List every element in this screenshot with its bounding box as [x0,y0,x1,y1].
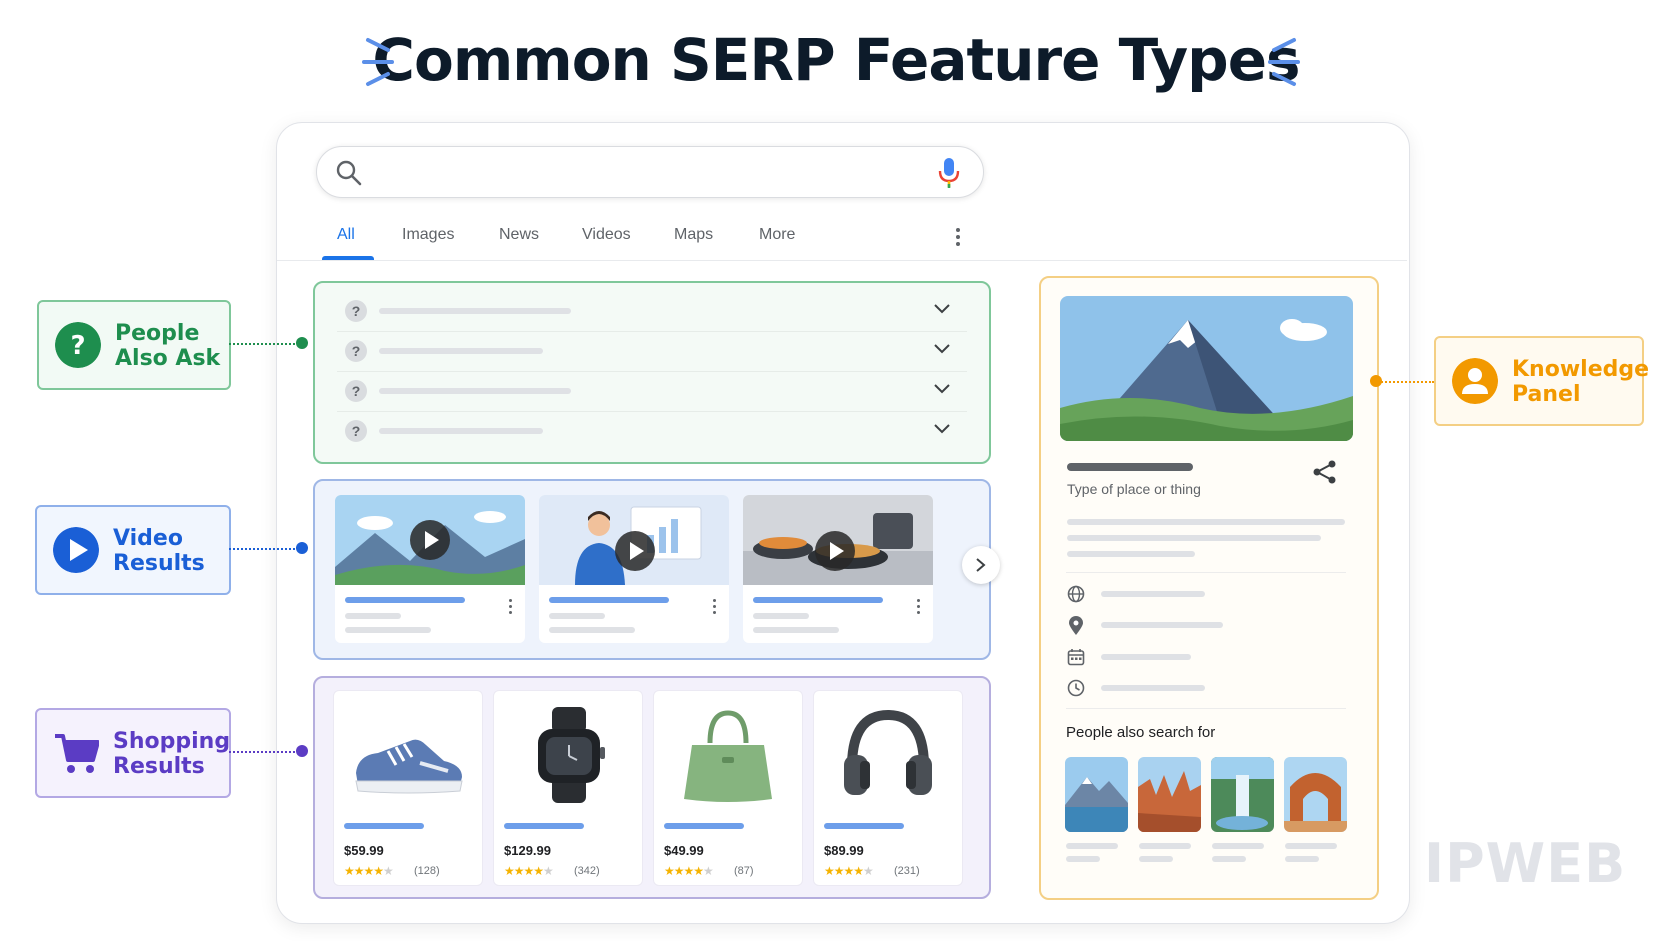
connector-line [229,548,299,550]
handbag-image [684,710,772,802]
carousel-next-button[interactable] [962,546,1000,584]
connector-line [229,343,299,345]
connector-line [1378,381,1434,383]
shopping-results-box: $59.99 ★★★★★ (128) $129.99 ★★★★★ (342) $… [313,676,991,899]
people-also-search-heading: People also search for [1066,724,1216,741]
people-also-ask-box: ? ? ? ? [313,281,991,464]
star-rating: ★★★★★ [664,864,714,878]
share-icon[interactable] [1312,459,1338,485]
label-shopping-results: Shopping Results [35,708,231,798]
review-count: (231) [894,865,920,877]
tab-all[interactable]: All [337,218,355,260]
product-price: $49.99 [664,843,704,858]
calendar-icon [1067,649,1085,666]
video-results-box [313,479,991,660]
related-thumb-red-rock-canyon[interactable] [1138,757,1201,832]
review-count: (128) [414,865,440,877]
person-circle-icon [1452,358,1498,404]
label-knowledge-panel: Knowledge Panel [1434,336,1649,426]
svg-text:?: ? [70,331,85,361]
star-rating: ★★★★★ [504,864,554,878]
play-circle-icon [53,527,99,573]
search-icon [336,160,362,186]
more-options-icon[interactable] [917,599,921,617]
chevron-down-icon[interactable] [933,423,951,435]
label-video-results: Video Results [35,505,231,595]
more-options-icon[interactable] [509,599,513,617]
question-icon: ? [345,300,367,322]
tab-images[interactable]: Images [402,218,454,260]
chevron-down-icon[interactable] [933,303,951,315]
question-icon: ? [345,420,367,442]
location-pin-icon [1069,616,1083,635]
more-options-icon[interactable] [713,599,717,617]
paa-question-row[interactable]: ? [337,371,967,412]
video-card[interactable] [539,495,729,643]
product-price: $129.99 [504,843,551,858]
product-card[interactable]: $89.99 ★★★★★ (231) [813,690,963,886]
play-icon[interactable] [615,531,655,571]
product-price: $89.99 [824,843,864,858]
search-input[interactable] [316,146,984,198]
product-card[interactable]: $59.99 ★★★★★ (128) [333,690,483,886]
clock-icon [1067,679,1085,697]
tabs-divider [277,260,1407,261]
product-price: $59.99 [344,843,384,858]
connector-dot [296,542,308,554]
tab-news[interactable]: News [499,218,539,260]
sparkle-left-icon [362,38,394,86]
sparkle-right-icon [1268,38,1300,86]
label-text: People Also Ask [115,321,221,371]
paa-question-row[interactable]: ? [337,411,967,451]
page-title: Common SERP Feature Types [372,26,1300,94]
chevron-right-icon [976,558,986,572]
related-thumb-mountain-lake[interactable] [1065,757,1128,832]
review-count: (87) [734,865,754,877]
tab-more[interactable]: More [759,218,795,260]
paa-question-row[interactable]: ? [337,291,967,332]
sneaker-image [355,739,463,794]
label-text: Shopping Results [113,729,231,779]
product-card[interactable]: $129.99 ★★★★★ (342) [493,690,643,886]
connector-dot [296,745,308,757]
tab-maps[interactable]: Maps [674,218,713,260]
question-icon: ? [345,340,367,362]
product-card[interactable]: $49.99 ★★★★★ (87) [653,690,803,886]
chevron-down-icon[interactable] [933,343,951,355]
entity-title-placeholder [1067,463,1193,471]
star-rating: ★★★★★ [824,864,874,878]
tab-videos[interactable]: Videos [582,218,631,260]
more-options-icon[interactable] [954,226,962,248]
smartwatch-image [538,707,605,803]
watermark-logo: IPWEB [1424,832,1627,895]
label-text: Knowledge Panel [1512,357,1650,407]
paa-question-row[interactable]: ? [337,331,967,372]
chevron-down-icon[interactable] [933,383,951,395]
knowledge-panel-image [1060,296,1353,441]
connector-line [229,751,299,753]
question-icon: ? [345,380,367,402]
connector-dot [1370,375,1382,387]
entity-type-text: Type of place or thing [1067,481,1201,497]
video-card[interactable] [335,495,525,643]
star-rating: ★★★★★ [344,864,394,878]
globe-icon [1067,585,1085,603]
play-icon[interactable] [410,520,450,560]
label-people-also-ask: ? People Also Ask [37,300,231,390]
headphones-image [844,709,932,795]
video-card[interactable] [743,495,933,643]
question-circle-icon: ? [55,322,101,368]
related-thumb-waterfall[interactable] [1211,757,1274,832]
label-text: Video Results [113,526,205,576]
play-icon[interactable] [815,531,855,571]
connector-dot [296,337,308,349]
microphone-icon[interactable] [937,156,961,190]
related-thumb-rock-arch[interactable] [1284,757,1347,832]
shopping-cart-icon [55,734,99,773]
review-count: (342) [574,865,600,877]
